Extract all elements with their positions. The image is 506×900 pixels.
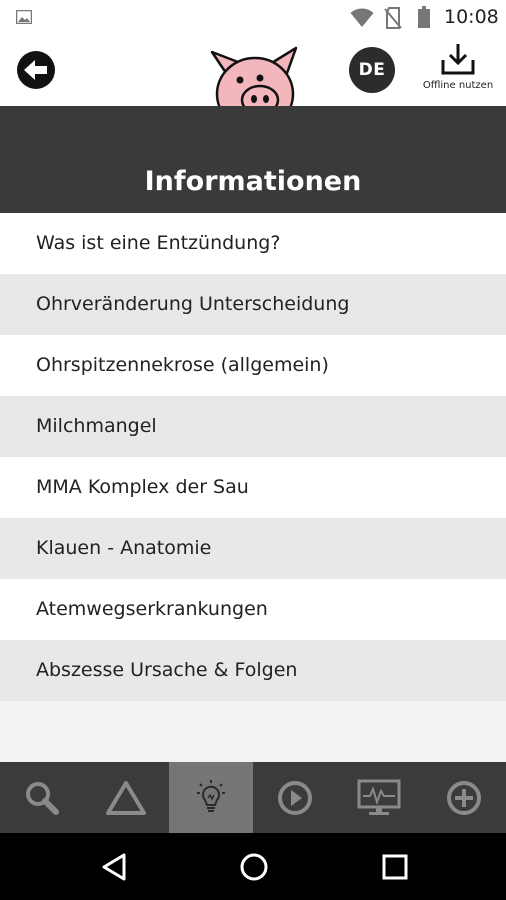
no-sim-icon [384,7,402,29]
battery-icon [418,6,430,28]
page-title: Informationen [144,166,362,197]
lightbulb-icon [196,779,225,812]
offline-button[interactable]: Offline nutzen [414,42,502,100]
list-item[interactable]: MMA Komplex der Sau [0,457,506,518]
list-item[interactable]: Atemwegserkrankungen [0,579,506,640]
home-circle-icon[interactable] [239,852,269,882]
language-button[interactable]: DE [349,47,395,93]
nav-add[interactable] [422,762,506,833]
list-item[interactable]: Klauen - Anatomie [0,518,506,579]
recents-square-icon[interactable] [382,854,408,880]
list-item[interactable]: Abszesse Ursache & Folgen [0,640,506,701]
monitor-icon [357,779,401,815]
info-list: Was ist eine Entzündung? Ohrveränderung … [0,213,506,701]
system-nav-bar [0,833,506,900]
nav-monitor[interactable] [337,762,421,833]
list-item[interactable]: Milchmangel [0,396,506,457]
search-icon [26,781,60,815]
status-bar: 10:08 [0,0,506,36]
list-item[interactable]: Ohrspitzennekrose (allgemein) [0,335,506,396]
wifi-icon [350,8,374,27]
nav-warning[interactable] [84,762,168,833]
list-item[interactable]: Was ist eine Entzündung? [0,213,506,274]
plus-circle-icon [446,780,481,815]
play-icon [278,780,313,815]
nav-search[interactable] [0,762,84,833]
list-item[interactable]: Ohrveränderung Unterscheidung [0,274,506,335]
title-band: Informationen [0,106,506,213]
offline-label: Offline nutzen [422,80,494,91]
status-time: 10:08 [444,6,499,28]
image-icon [16,10,32,24]
nav-play[interactable] [253,762,337,833]
nav-info[interactable] [168,762,253,833]
download-icon [441,44,475,75]
back-triangle-icon[interactable] [101,853,127,881]
arrow-left-icon [24,60,47,80]
back-button[interactable] [17,51,55,89]
bottom-nav [0,762,506,833]
triangle-icon [106,780,147,815]
